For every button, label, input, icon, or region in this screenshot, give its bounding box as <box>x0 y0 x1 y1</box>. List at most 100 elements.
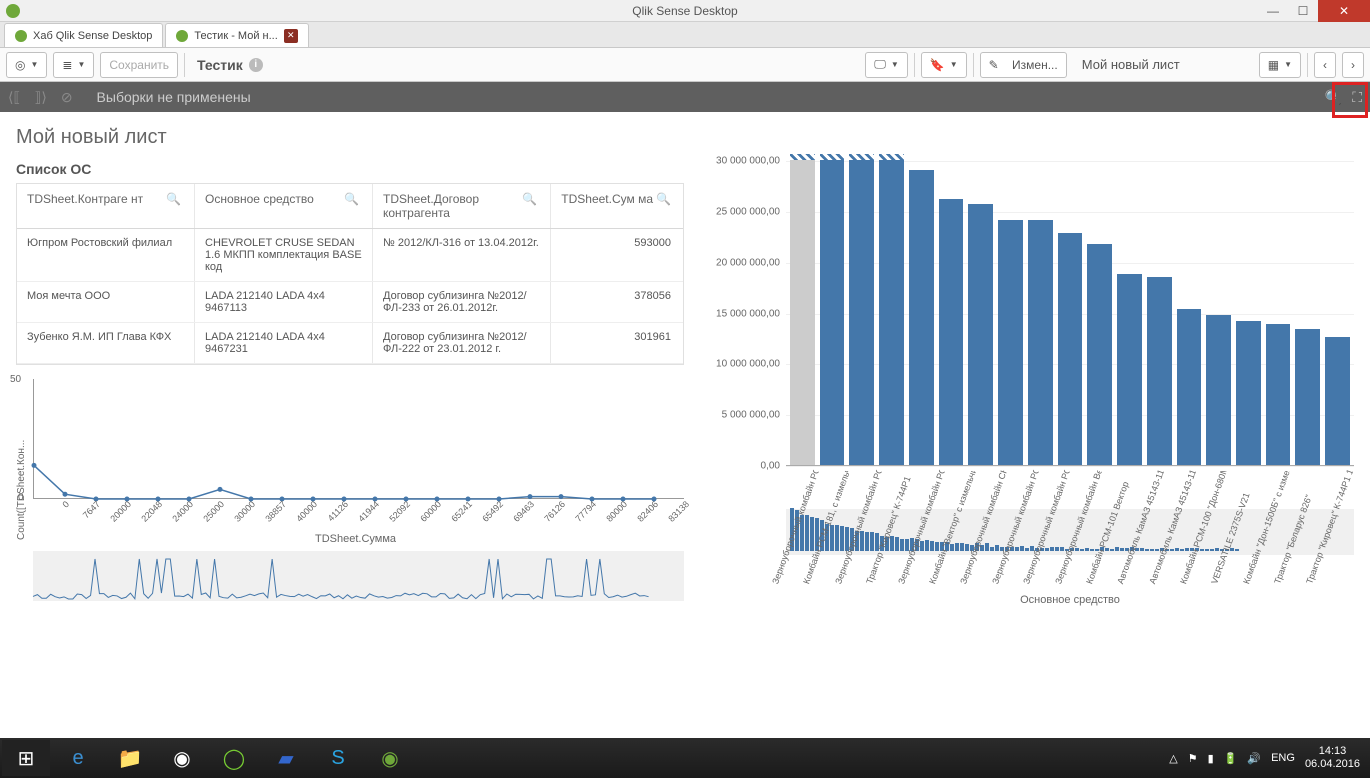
tab-label: Тестик - Мой н... <box>194 30 277 42</box>
sheet-canvas: Мой новый лист Список ОС TDSheet.Контраг… <box>0 112 1370 738</box>
next-sheet-button[interactable]: › <box>1342 52 1364 78</box>
chrome-icon[interactable]: ◉ <box>158 740 206 776</box>
network-icon[interactable]: ▮ <box>1208 752 1214 765</box>
y-tick: 0 <box>18 492 24 503</box>
skype-icon[interactable]: S <box>314 740 362 776</box>
bar[interactable] <box>909 170 934 465</box>
tab-close-icon[interactable]: ✕ <box>284 29 298 43</box>
start-button[interactable]: ⊞ <box>2 740 50 776</box>
nav-menu-button[interactable]: ◎▼ <box>6 52 47 78</box>
y-tick: 50 <box>10 374 21 385</box>
search-icon[interactable]: 🔍 <box>653 192 671 206</box>
minimize-button[interactable]: — <box>1258 0 1288 22</box>
windows-taskbar: ⊞ e 📁 ◉ ◯ ▰ S ◉ △ ⚑ ▮ 🔋 🔊 ENG 14:13 06.0… <box>0 738 1370 778</box>
sheet-name-label[interactable]: Мой новый лист <box>1073 52 1253 77</box>
bar[interactable] <box>879 160 904 465</box>
taskbar-clock[interactable]: 14:13 06.04.2016 <box>1305 745 1360 771</box>
bar[interactable] <box>939 199 964 465</box>
cell: Зубенко Я.М. ИП Глава КФХ <box>17 323 195 363</box>
table-title: Список ОС <box>16 161 684 177</box>
tray-icon[interactable]: △ <box>1169 752 1177 765</box>
cell: LADA 212140 LADA 4х4 9467231 <box>195 323 373 363</box>
bar[interactable] <box>1058 233 1083 465</box>
bar[interactable] <box>820 160 845 465</box>
data-table[interactable]: TDSheet.Контраге нт🔍 Основное средство🔍 … <box>16 183 684 365</box>
sheets-panel-button[interactable]: ▦▼ <box>1259 52 1301 78</box>
cell: CHEVROLET CRUSE SEDAN 1.6 МКПП комплекта… <box>195 229 373 281</box>
cell: Договор сублизинга №2012/ФЛ-233 от 26.01… <box>373 282 551 322</box>
column-header[interactable]: TDSheet.Договор контрагента🔍 <box>373 184 551 228</box>
bar[interactable] <box>1117 274 1142 465</box>
bar[interactable] <box>968 204 993 465</box>
qlik-icon <box>15 30 27 42</box>
explorer-icon[interactable]: 📁 <box>106 740 154 776</box>
y-tick: 0,00 <box>761 461 780 472</box>
column-header[interactable]: TDSheet.Контраге нт🔍 <box>17 184 195 228</box>
compass-icon: ◎ <box>15 58 25 72</box>
ie-icon[interactable]: e <box>54 740 102 776</box>
search-icon[interactable]: 🔍 <box>344 192 362 206</box>
battery-icon[interactable]: 🔋 <box>1224 752 1238 765</box>
lang-indicator[interactable]: ENG <box>1271 752 1295 764</box>
bar[interactable] <box>1087 244 1112 465</box>
flag-icon[interactable]: ⚑ <box>1188 752 1198 765</box>
tab-hub[interactable]: Хаб Qlik Sense Desktop <box>4 23 163 47</box>
y-tick: 20 000 000,00 <box>716 257 780 268</box>
close-button[interactable]: ✕ <box>1318 0 1370 22</box>
volume-icon[interactable]: 🔊 <box>1247 752 1261 765</box>
tab-document[interactable]: Тестик - Мой н... ✕ <box>165 23 308 47</box>
qlik-taskbar-icon[interactable]: ◉ <box>366 740 414 776</box>
table-row[interactable]: Югпром Ростовский филиалCHEVROLET CRUSE … <box>17 229 683 282</box>
bar[interactable] <box>849 160 874 465</box>
edit-button[interactable]: ✎ Измен... <box>980 52 1067 78</box>
bar[interactable] <box>1177 309 1202 465</box>
maximize-button[interactable]: ☐ <box>1288 0 1318 22</box>
bar[interactable] <box>790 160 815 465</box>
bar[interactable] <box>1266 324 1291 465</box>
step-back-icon[interactable]: ⟨⟦ <box>8 89 20 106</box>
search-icon[interactable]: 🔍 <box>166 192 184 206</box>
bar[interactable] <box>1147 277 1172 465</box>
line-plot-area: 50 0 <box>33 379 684 499</box>
bar[interactable] <box>1028 220 1053 465</box>
qlik-icon <box>176 30 188 42</box>
info-icon[interactable]: i <box>249 58 263 72</box>
cell: № 2012/КЛ-316 от 13.04.2012г. <box>373 229 551 281</box>
app1-icon[interactable]: ◯ <box>210 740 258 776</box>
bar[interactable] <box>1236 321 1261 465</box>
bookmark-icon: 🔖 <box>930 58 945 72</box>
search-icon[interactable]: 🔍 <box>522 192 540 206</box>
y-axis-label: Count([TDSheet.Кон... <box>16 379 27 601</box>
cell: 378056 <box>551 282 681 322</box>
column-header[interactable]: TDSheet.Сум ма🔍 <box>551 184 681 228</box>
list-menu-button[interactable]: ≣▼ <box>53 52 94 78</box>
chevron-right-icon: › <box>1351 58 1355 72</box>
cell: 301961 <box>551 323 681 363</box>
toolbar: ◎▼ ≣▼ Сохранить Тестик i 🖵▼ 🔖▼ ✎ Измен..… <box>0 48 1370 82</box>
bar-plot-area <box>786 161 1354 466</box>
chevron-left-icon: ‹ <box>1323 58 1327 72</box>
x-axis-label: Основное средство <box>786 594 1354 606</box>
y-tick: 25 000 000,00 <box>716 206 780 217</box>
bar[interactable] <box>1295 329 1320 465</box>
column-header[interactable]: Основное средство🔍 <box>195 184 373 228</box>
mini-chart[interactable] <box>33 551 684 601</box>
selections-bar: ⟨⟦ ⟧⟩ ⊘ Выборки не применены 🔍 ⛶ <box>0 82 1370 112</box>
table-row[interactable]: Моя мечта ОООLADA 212140 LADA 4х4 946711… <box>17 282 683 323</box>
save-button[interactable]: Сохранить <box>100 52 178 78</box>
bar[interactable] <box>1206 315 1231 465</box>
step-forward-icon[interactable]: ⟧⟩ <box>34 89 46 106</box>
bookmark-button[interactable]: 🔖▼ <box>921 52 967 78</box>
clear-selection-icon[interactable]: ⊘ <box>61 89 73 106</box>
app2-icon[interactable]: ▰ <box>262 740 310 776</box>
device-preview-button[interactable]: 🖵▼ <box>865 52 908 78</box>
bar-chart[interactable]: 30 000 000,0025 000 000,0020 000 000,001… <box>786 161 1354 501</box>
table-row[interactable]: Зубенко Я.М. ИП Глава КФХLADA 212140 LAD… <box>17 323 683 364</box>
line-chart[interactable]: Count([TDSheet.Кон... 50 0 0764720000220… <box>16 379 684 601</box>
app-icon <box>6 4 20 18</box>
y-tick: 10 000 000,00 <box>716 359 780 370</box>
prev-sheet-button[interactable]: ‹ <box>1314 52 1336 78</box>
bar[interactable] <box>998 220 1023 465</box>
monitor-icon: 🖵 <box>874 57 886 72</box>
bar[interactable] <box>1325 337 1350 465</box>
